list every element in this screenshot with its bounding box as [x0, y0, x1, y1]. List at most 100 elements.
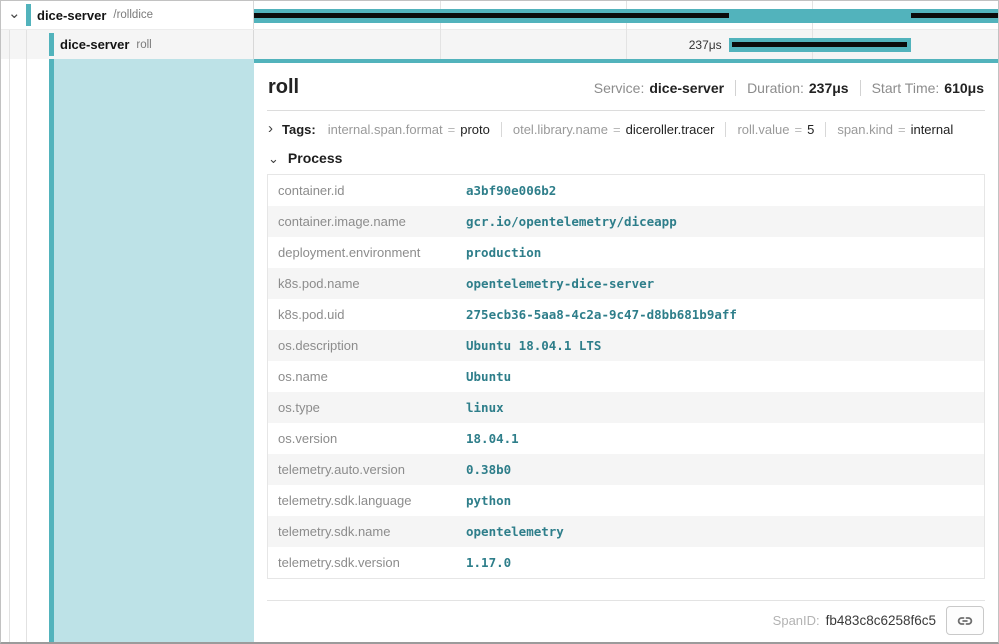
- process-key: deployment.environment: [268, 237, 457, 268]
- tag-value: diceroller.tracer: [626, 122, 715, 137]
- tag-equals: =: [795, 122, 803, 137]
- span-title: roll: [268, 76, 299, 99]
- indent-guide: [9, 30, 10, 59]
- tags-label: Tags:: [282, 122, 316, 137]
- table-row: container.image.name gcr.io/opentelemetr…: [268, 206, 985, 237]
- process-key: telemetry.sdk.name: [268, 516, 457, 547]
- tag-equals: =: [448, 122, 456, 137]
- process-key: telemetry.sdk.language: [268, 485, 457, 516]
- indent-guide: [9, 59, 10, 642]
- process-value: 275ecb36-5aa8-4c2a-9c47-d8bb681b9aff: [456, 299, 985, 330]
- span-id-label: SpanID:: [773, 613, 820, 628]
- summary-divider: [860, 80, 861, 96]
- process-key: os.version: [268, 423, 457, 454]
- process-value: production: [456, 237, 985, 268]
- critical-path-segment: [732, 42, 907, 47]
- span-duration-label: 237μs: [689, 38, 729, 52]
- table-row: deployment.environment production: [268, 237, 985, 268]
- process-value: gcr.io/opentelemetry/diceapp: [456, 206, 985, 237]
- span-tree-gutter: [1, 59, 254, 642]
- critical-path-segment: [911, 13, 998, 18]
- summary-divider: [735, 80, 736, 96]
- span-service-name: dice-server: [60, 37, 129, 52]
- table-row: k8s.pod.name opentelemetry-dice-server: [268, 268, 985, 299]
- span-service-name: dice-server: [37, 8, 106, 23]
- process-key: telemetry.sdk.version: [268, 547, 457, 579]
- chevron-down-icon[interactable]: ⌄: [8, 6, 21, 21]
- selected-span-highlight: [54, 59, 254, 642]
- process-key: k8s.pod.name: [268, 268, 457, 299]
- chevron-right-icon[interactable]: ›: [268, 121, 273, 136]
- chevron-down-icon[interactable]: ⌄: [268, 152, 279, 165]
- process-key: telemetry.auto.version: [268, 454, 457, 485]
- span-operation-name: roll: [136, 39, 151, 51]
- critical-path-segment: [254, 13, 729, 18]
- tag-summary-item[interactable]: roll.value = 5: [725, 122, 814, 137]
- process-value: 1.17.0: [456, 547, 985, 579]
- process-value: linux: [456, 392, 985, 423]
- table-row: telemetry.auto.version 0.38b0: [268, 454, 985, 485]
- tag-value: internal: [911, 122, 954, 137]
- tag-key: internal.span.format: [328, 122, 443, 137]
- table-row: os.type linux: [268, 392, 985, 423]
- link-icon: [956, 612, 974, 630]
- tag-equals: =: [613, 122, 621, 137]
- process-key-values-table: container.id a3bf90e006b2 container.imag…: [267, 174, 985, 579]
- indent-guide: [26, 59, 27, 642]
- timeline-bars-0[interactable]: [254, 1, 998, 29]
- tag-summary-item[interactable]: internal.span.format = proto: [328, 122, 490, 137]
- start-time-value: 610μs: [944, 80, 984, 96]
- tag-key: roll.value: [737, 122, 789, 137]
- table-row: telemetry.sdk.version 1.17.0: [268, 547, 985, 579]
- jaeger-trace-view: ⌄ dice-server /rolldice dice-server roll…: [0, 0, 999, 644]
- span-detail-panel: roll Service: dice-server Duration: 237μ…: [254, 59, 998, 642]
- table-row: telemetry.sdk.name opentelemetry: [268, 516, 985, 547]
- span-id-value: fb483c8c6258f6c5: [826, 613, 936, 628]
- process-key: os.name: [268, 361, 457, 392]
- process-value: opentelemetry-dice-server: [456, 268, 985, 299]
- span-link-button[interactable]: [946, 606, 984, 635]
- span-name-cell[interactable]: dice-server roll: [1, 30, 254, 59]
- table-row: k8s.pod.uid 275ecb36-5aa8-4c2a-9c47-d8bb…: [268, 299, 985, 330]
- service-value: dice-server: [649, 80, 724, 96]
- tag-equals: =: [898, 122, 906, 137]
- span-row-rolldice[interactable]: ⌄ dice-server /rolldice: [1, 1, 998, 30]
- process-value: Ubuntu: [456, 361, 985, 392]
- span-detail-footer: SpanID: fb483c8c6258f6c5: [267, 600, 985, 642]
- tag-summary-item[interactable]: otel.library.name = diceroller.tracer: [501, 122, 715, 137]
- process-value: 0.38b0: [456, 454, 985, 485]
- process-key: os.description: [268, 330, 457, 361]
- process-value: 18.04.1: [456, 423, 985, 454]
- span-detail-header: roll Service: dice-server Duration: 237μ…: [267, 63, 985, 111]
- span-color-bar: [26, 4, 31, 26]
- service-label: Service:: [594, 80, 645, 96]
- tag-value: 5: [807, 122, 814, 137]
- trace-timeline-rows: ⌄ dice-server /rolldice dice-server roll…: [1, 1, 998, 59]
- tag-summary-item[interactable]: span.kind = internal: [825, 122, 953, 137]
- span-row-roll[interactable]: dice-server roll 237μs: [1, 30, 998, 59]
- span-summary: Service: dice-server Duration: 237μs Sta…: [594, 80, 984, 96]
- table-row: container.id a3bf90e006b2: [268, 175, 985, 207]
- table-row: os.version 18.04.1: [268, 423, 985, 454]
- process-label: Process: [288, 150, 342, 166]
- process-key: container.image.name: [268, 206, 457, 237]
- span-color-bar: [49, 33, 54, 56]
- process-value: a3bf90e006b2: [456, 175, 985, 207]
- tag-key: span.kind: [837, 122, 893, 137]
- process-value: python: [456, 485, 985, 516]
- process-key: os.type: [268, 392, 457, 423]
- table-row: telemetry.sdk.language python: [268, 485, 985, 516]
- duration-value: 237μs: [809, 80, 849, 96]
- tags-section-toggle[interactable]: › Tags: internal.span.format = proto ote…: [267, 111, 985, 145]
- timeline-bars-1[interactable]: 237μs: [254, 30, 998, 59]
- process-value: opentelemetry: [456, 516, 985, 547]
- start-time-label: Start Time:: [872, 80, 940, 96]
- table-row: os.description Ubuntu 18.04.1 LTS: [268, 330, 985, 361]
- span-name-cell[interactable]: ⌄ dice-server /rolldice: [1, 1, 254, 29]
- tag-key: otel.library.name: [513, 122, 608, 137]
- process-value: Ubuntu 18.04.1 LTS: [456, 330, 985, 361]
- tag-value: proto: [460, 122, 490, 137]
- duration-label: Duration:: [747, 80, 804, 96]
- table-row: os.name Ubuntu: [268, 361, 985, 392]
- process-section-toggle[interactable]: ⌄ Process: [267, 145, 985, 174]
